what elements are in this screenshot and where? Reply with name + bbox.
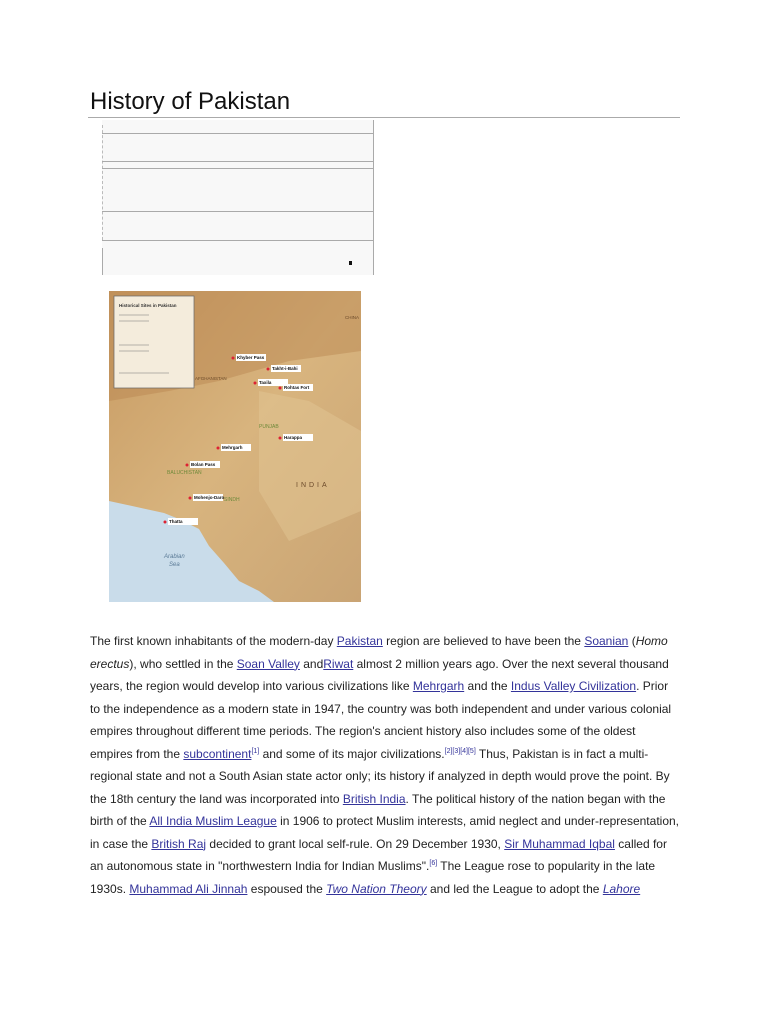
map-site-marker — [185, 463, 189, 467]
map-site-marker — [278, 436, 282, 440]
map-label-india: INDIA — [296, 482, 330, 489]
infobox-row-divider — [102, 240, 374, 241]
article-link[interactable]: British India — [343, 792, 406, 806]
article-link[interactable]: Indus Valley Civilization — [511, 679, 636, 693]
article-text: in 1906 to protect Muslim interests, ami… — [276, 814, 679, 828]
article-text: 1930s. — [90, 881, 130, 896]
map-legend-title: Historical Sites in Pakistan — [119, 303, 177, 308]
article-text: to the independence as a modern state in… — [90, 701, 672, 716]
article-text: called for — [614, 836, 667, 851]
infobox-left-border — [102, 125, 103, 240]
citation-link[interactable]: [6] — [429, 860, 437, 867]
article-line: erectus), who settled in the Soan Valley… — [90, 653, 690, 676]
article-link[interactable]: Pakistan — [337, 634, 383, 648]
map-site-label: Rohtas Fort — [284, 385, 310, 390]
map-label-baluchistan: BALUCHISTAN — [167, 470, 202, 476]
infobox — [102, 120, 374, 275]
map-site-marker — [231, 356, 235, 360]
infobox-row-divider — [102, 161, 374, 162]
article-line: regional state and not a South Asian sta… — [90, 765, 690, 788]
historical-sites-map[interactable]: Historical Sites in Pakistan CHINA AFGHA… — [109, 291, 361, 602]
article-text: . The political history of the nation be… — [405, 791, 666, 806]
article-text: Thus, Pakistan is in fact a multi- — [475, 746, 649, 761]
map-label-arabian-sea: Arabian — [163, 554, 185, 560]
article-text: empires from the — [90, 746, 184, 761]
article-link[interactable]: Soan Valley — [237, 657, 300, 671]
map-site-label: Khyber Pass — [237, 355, 265, 360]
map-site-label: Thatta — [169, 519, 183, 524]
article-text: region are believed to have been the — [382, 634, 585, 648]
article-line: birth of the All India Muslim League in … — [90, 810, 690, 833]
article-text: The first known inhabitants of the moder… — [90, 634, 337, 648]
article-text: the 18th century the land was incorporat… — [90, 791, 343, 806]
article-text: ( — [628, 634, 636, 648]
map-site-marker — [163, 520, 167, 524]
article-link[interactable]: Muhammad Ali Jinnah — [129, 882, 247, 896]
map-label-arabian-sea: Sea — [169, 562, 180, 568]
article-text: almost 2 million years ago. Over the nex… — [353, 656, 669, 671]
article-text: espoused the — [247, 881, 327, 896]
article-link[interactable]: Sir Muhammad Iqbal — [504, 837, 615, 851]
map-site-label: Bolan Pass — [191, 462, 216, 467]
article-line: to the independence as a modern state in… — [90, 698, 690, 721]
article-text: birth of the — [90, 814, 150, 828]
article-text: The League rose to popularity in the lat… — [437, 859, 656, 873]
article-link[interactable]: Soanian — [584, 634, 628, 648]
article-link[interactable]: Lahore — [603, 882, 640, 896]
article-text: . Prior — [636, 679, 669, 693]
article-text: and led the League to adopt the — [426, 881, 603, 896]
article-text: and — [299, 656, 324, 671]
article-text: Homo — [635, 634, 668, 648]
article-text: an autonomous state in "northwestern Ind… — [90, 859, 430, 873]
map-site-label: Taxila — [259, 380, 272, 385]
infobox-row-divider — [102, 211, 374, 212]
infobox-row-divider — [102, 168, 374, 169]
article-link[interactable]: All India Muslim League — [149, 814, 276, 828]
map-site-marker — [278, 386, 282, 390]
article-line: empires from the subcontinent[1] and som… — [90, 743, 690, 766]
article-body: The first known inhabitants of the moder… — [90, 630, 690, 900]
map-site-label: Mohenjo-Daro — [194, 495, 224, 500]
map-site-marker — [253, 381, 257, 385]
article-link[interactable]: Mehrgarh — [413, 679, 464, 693]
article-text: and the — [464, 679, 511, 693]
article-text: ), who settled in the — [129, 656, 237, 671]
infobox-left-border-solid — [102, 248, 103, 275]
map-site-marker — [216, 446, 220, 450]
article-text: years, the region would develop into var… — [90, 679, 413, 693]
map-site-label: Takht-i-Bahi — [272, 366, 298, 371]
title-divider — [88, 117, 680, 118]
map-site-label: Mehrgarh — [222, 445, 243, 450]
map-site-marker — [266, 367, 270, 371]
infobox-image-placeholder — [349, 261, 352, 265]
article-line: the 18th century the land was incorporat… — [90, 788, 690, 811]
map-legend — [113, 295, 195, 389]
citation-link[interactable]: [2][3][4][5] — [445, 748, 476, 755]
map-site-marker — [188, 496, 192, 500]
map-site-label: Harappa — [284, 435, 303, 440]
map-label-punjab: PUNJAB — [259, 424, 279, 430]
article-line: an autonomous state in "northwestern Ind… — [90, 855, 690, 878]
article-text: in case the — [90, 836, 152, 851]
map-label-china: CHINA — [345, 315, 359, 320]
article-link[interactable]: Two Nation Theory — [326, 882, 426, 896]
article-text: decided to grant local self-rule. On 29 … — [206, 836, 505, 851]
article-line: The first known inhabitants of the moder… — [90, 630, 690, 653]
article-link[interactable]: British Raj — [151, 837, 206, 851]
map-label-afghanistan: AFGHANISTAN — [195, 376, 227, 381]
article-link[interactable]: Riwat — [323, 657, 353, 671]
article-text: erectus — [90, 656, 130, 671]
article-line: 1930s. Muhammad Ali Jinnah espoused the … — [90, 878, 690, 901]
infobox-row-divider — [102, 133, 374, 134]
article-text: and some of its major civilizations. — [259, 746, 445, 761]
article-line: empires throughout different time period… — [90, 720, 690, 743]
article-line: in case the British Raj decided to grant… — [90, 833, 690, 856]
map-label-sindh: SINDH — [224, 497, 240, 503]
article-link[interactable]: subcontinent — [183, 747, 251, 761]
article-text: regional state and not a South Asian sta… — [90, 769, 670, 783]
article-line: years, the region would develop into var… — [90, 675, 690, 698]
article-text: empires throughout different time period… — [90, 724, 636, 738]
page-title: History of Pakistan — [90, 88, 291, 115]
